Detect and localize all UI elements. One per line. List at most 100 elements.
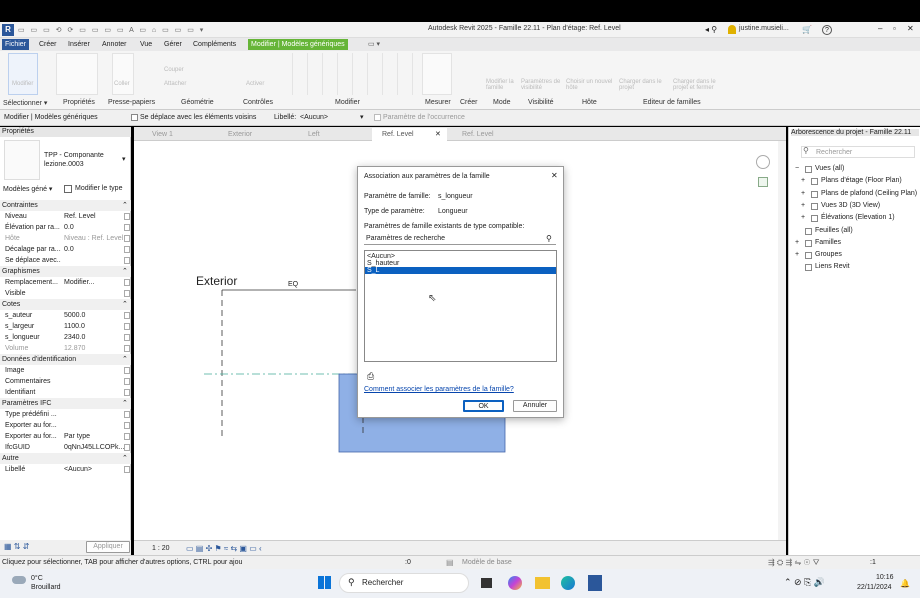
tree-node-label[interactable]: Vues (all): [815, 165, 844, 172]
chevron-up-icon[interactable]: ⌃: [122, 399, 128, 407]
prop-row[interactable]: Décalage par ra... 0.0: [0, 244, 131, 255]
expand-icon[interactable]: +: [801, 190, 805, 197]
base-model-label[interactable]: Modèle de base: [462, 559, 512, 566]
prop-section-header[interactable]: Cotes: [0, 299, 131, 310]
panel-toggle[interactable]: ▭ ▾: [368, 40, 380, 48]
notification-bell-icon[interactable]: 🔔: [900, 579, 910, 588]
group-select[interactable]: Sélectionner ▾: [3, 99, 47, 107]
param-list-item[interactable]: <Aucun>: [365, 253, 556, 260]
move-with-nearby-checkbox[interactable]: [131, 114, 138, 121]
close-button[interactable]: ✕: [907, 24, 914, 33]
design-options-icon[interactable]: ▤: [446, 558, 454, 567]
param-list-item[interactable]: S_L: [365, 267, 556, 274]
tree-node-label[interactable]: Plans de plafond (Ceiling Plan): [821, 190, 917, 197]
prop-row[interactable]: Exporter au for...: [0, 420, 131, 431]
measure-button[interactable]: [422, 53, 452, 95]
associate-param-checkbox[interactable]: [124, 378, 130, 385]
chevron-up-icon[interactable]: ⌃: [122, 355, 128, 363]
prop-row[interactable]: Volume 12.870: [0, 343, 131, 354]
prop-row[interactable]: s_longueur 2340.0: [0, 332, 131, 343]
prop-row[interactable]: s_auteur 5000.0: [0, 310, 131, 321]
associate-param-checkbox[interactable]: [124, 345, 130, 352]
chevron-up-icon[interactable]: ⌃: [122, 201, 128, 209]
choose-host-label[interactable]: Choisir un nouvel hôte: [566, 79, 614, 91]
associate-param-checkbox[interactable]: [124, 433, 130, 440]
chevron-up-icon[interactable]: ⌃: [122, 300, 128, 308]
explorer-icon[interactable]: [535, 577, 550, 589]
tree-node-label[interactable]: Élévations (Elevation 1): [821, 214, 895, 221]
chevron-up-icon[interactable]: ⌃: [122, 454, 128, 462]
associate-param-checkbox[interactable]: [124, 444, 130, 451]
prop-row[interactable]: Se déplace avec...: [0, 255, 131, 266]
restore-button[interactable]: ▫: [893, 24, 896, 33]
properties-button[interactable]: [56, 53, 98, 95]
prop-value[interactable]: 0.0: [64, 244, 124, 255]
associate-param-checkbox[interactable]: [124, 422, 130, 429]
modify-family-label[interactable]: Modifier la famille: [486, 79, 516, 91]
modify-tools-grid[interactable]: [278, 53, 418, 95]
ok-button[interactable]: OK: [463, 400, 504, 412]
prop-row[interactable]: Commentaires: [0, 376, 131, 387]
prop-value[interactable]: 0qNnJ45LLCOPk...: [64, 442, 124, 453]
prop-row[interactable]: Niveau Ref. Level: [0, 211, 131, 222]
prop-row[interactable]: Identifiant: [0, 387, 131, 398]
load-close-label[interactable]: Charger dans le projet et fermer: [673, 79, 728, 91]
edit-type-button[interactable]: Modifier le type: [75, 185, 122, 192]
cart-icon[interactable]: 🛒: [802, 25, 812, 34]
expand-icon[interactable]: +: [801, 202, 805, 209]
minimize-button[interactable]: –: [878, 24, 882, 33]
task-view-icon[interactable]: [481, 578, 492, 588]
prop-section-header[interactable]: Paramètres IFC: [0, 398, 131, 409]
nav-wheel-icon[interactable]: [756, 155, 770, 169]
associate-param-checkbox[interactable]: [124, 334, 130, 341]
tree-node-label[interactable]: Vues 3D (3D View): [821, 202, 880, 209]
associate-param-checkbox[interactable]: [124, 235, 130, 242]
prop-row[interactable]: IfcGUID 0qNnJ45LLCOPk...: [0, 442, 131, 453]
tab-vue[interactable]: Vue: [137, 39, 155, 50]
prop-row[interactable]: s_largeur 1100.0: [0, 321, 131, 332]
expand-icon[interactable]: +: [795, 239, 799, 246]
prop-value[interactable]: 1100.0: [64, 321, 124, 332]
close-tab-icon[interactable]: ✕: [435, 130, 441, 138]
user-name[interactable]: justine.musieli...: [739, 25, 789, 32]
edge-icon[interactable]: [561, 576, 575, 590]
load-project-label[interactable]: Charger dans le projet: [619, 79, 667, 91]
tree-node-label[interactable]: Familles: [815, 239, 841, 246]
expand-icon[interactable]: +: [801, 214, 805, 221]
instance-filter[interactable]: Modèles géné ▾: [3, 185, 52, 193]
dialog-close-icon[interactable]: ✕: [551, 171, 558, 180]
tab-left[interactable]: Left: [298, 129, 320, 140]
vertical-scrollbar[interactable]: [778, 141, 786, 540]
prop-row[interactable]: Remplacement... Modifier...: [0, 277, 131, 288]
modify-tool-button[interactable]: [8, 53, 38, 95]
expand-icon[interactable]: +: [795, 251, 799, 258]
prop-value[interactable]: Par type: [64, 431, 124, 442]
associate-param-checkbox[interactable]: [124, 367, 130, 374]
prop-section-header[interactable]: Graphismes: [0, 266, 131, 277]
prop-value[interactable]: Ref. Level: [64, 211, 124, 222]
associate-param-checkbox[interactable]: [124, 279, 130, 286]
prop-value[interactable]: <Aucun>: [64, 464, 124, 475]
param-list[interactable]: <Aucun> S_hauteur S_L: [364, 250, 557, 362]
revit-logo[interactable]: R: [2, 24, 14, 36]
revit-taskbar-icon[interactable]: [588, 575, 602, 591]
prop-section-header[interactable]: Autre: [0, 453, 131, 464]
eq-label[interactable]: EQ: [288, 281, 298, 288]
libelle-select[interactable]: <Aucun>: [300, 114, 366, 121]
associate-param-checkbox[interactable]: [124, 257, 130, 264]
tab-annoter[interactable]: Annoter: [99, 39, 130, 50]
collapse-icon[interactable]: −: [795, 165, 799, 172]
chevron-down-icon[interactable]: ▾: [122, 155, 126, 163]
associate-param-checkbox[interactable]: [124, 389, 130, 396]
copilot-icon[interactable]: [508, 576, 522, 590]
prop-value[interactable]: 12.870: [64, 343, 124, 354]
associate-param-checkbox[interactable]: [124, 246, 130, 253]
prop-value[interactable]: Niveau : Ref. Level: [64, 233, 124, 244]
windows-start-icon[interactable]: [318, 576, 331, 589]
taskbar-search[interactable]: [339, 573, 469, 593]
activate-label[interactable]: Activer: [246, 81, 264, 87]
prop-row[interactable]: Hôte Niveau : Ref. Level: [0, 233, 131, 244]
associate-param-checkbox[interactable]: [124, 224, 130, 231]
prop-row[interactable]: Image: [0, 365, 131, 376]
exterior-elevation-label[interactable]: Exterior: [196, 274, 237, 288]
